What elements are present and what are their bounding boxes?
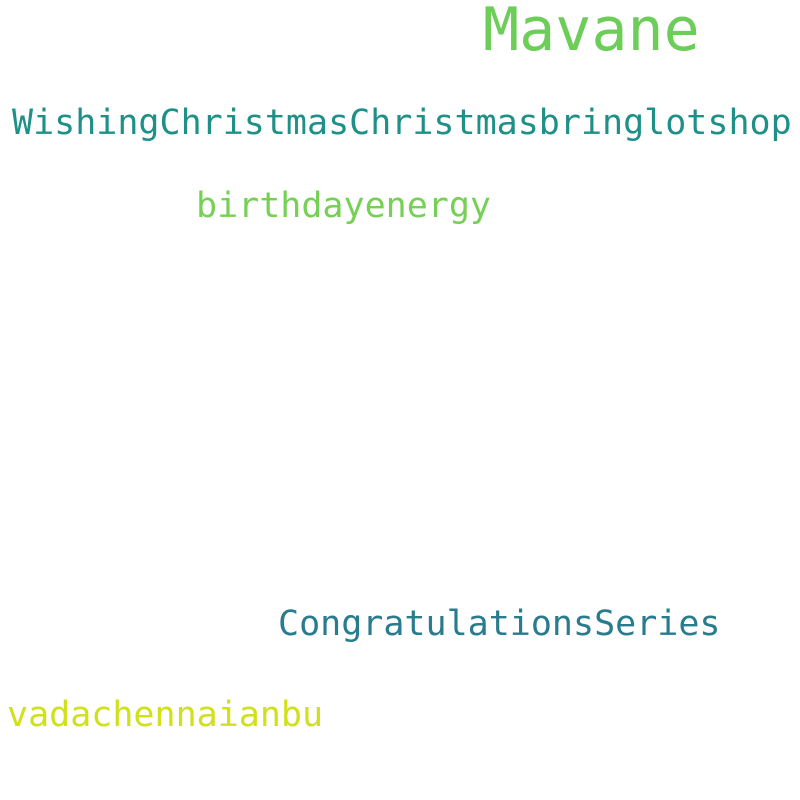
- word-congratulations-series: CongratulationsSeries: [278, 604, 721, 644]
- word-vadachennai-anbu: vadachennaianbu: [7, 695, 324, 735]
- word-birthday-energy: birthdayenergy: [196, 186, 492, 226]
- word-mavane: Mavane: [483, 0, 700, 65]
- word-wishing-christmas: WishingChristmasChristmasbringlotshop: [12, 103, 792, 143]
- word-cloud: Mavane WishingChristmasChristmasbringlot…: [0, 0, 800, 800]
